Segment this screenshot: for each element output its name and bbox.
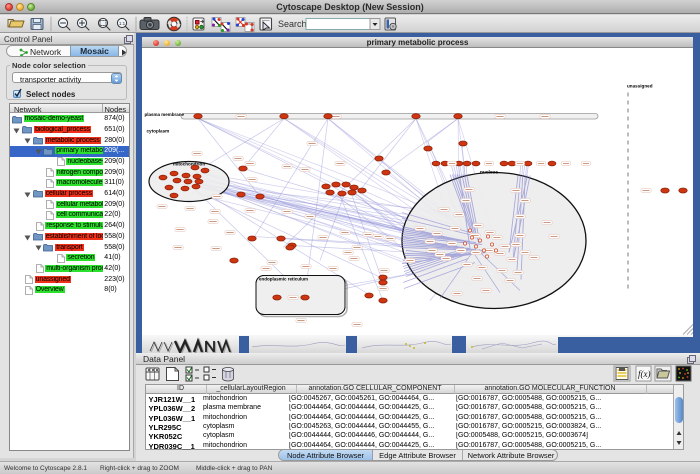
- svg-text:cytoplasm: cytoplasm: [147, 128, 170, 133]
- svg-text:Search:: Search:: [278, 19, 309, 29]
- svg-text:endoplasmic reticulum: endoplasmic reticulum: [259, 276, 308, 281]
- svg-text:1:1: 1:1: [119, 21, 126, 26]
- svg-text:unassigned: unassigned: [627, 83, 653, 88]
- svg-text:mitochondrion: mitochondrion: [173, 161, 205, 166]
- svg-text:f(x): f(x): [638, 369, 651, 379]
- svg-text:plasma membrane: plasma membrane: [145, 112, 185, 117]
- svg-text:nucleus: nucleus: [480, 169, 498, 175]
